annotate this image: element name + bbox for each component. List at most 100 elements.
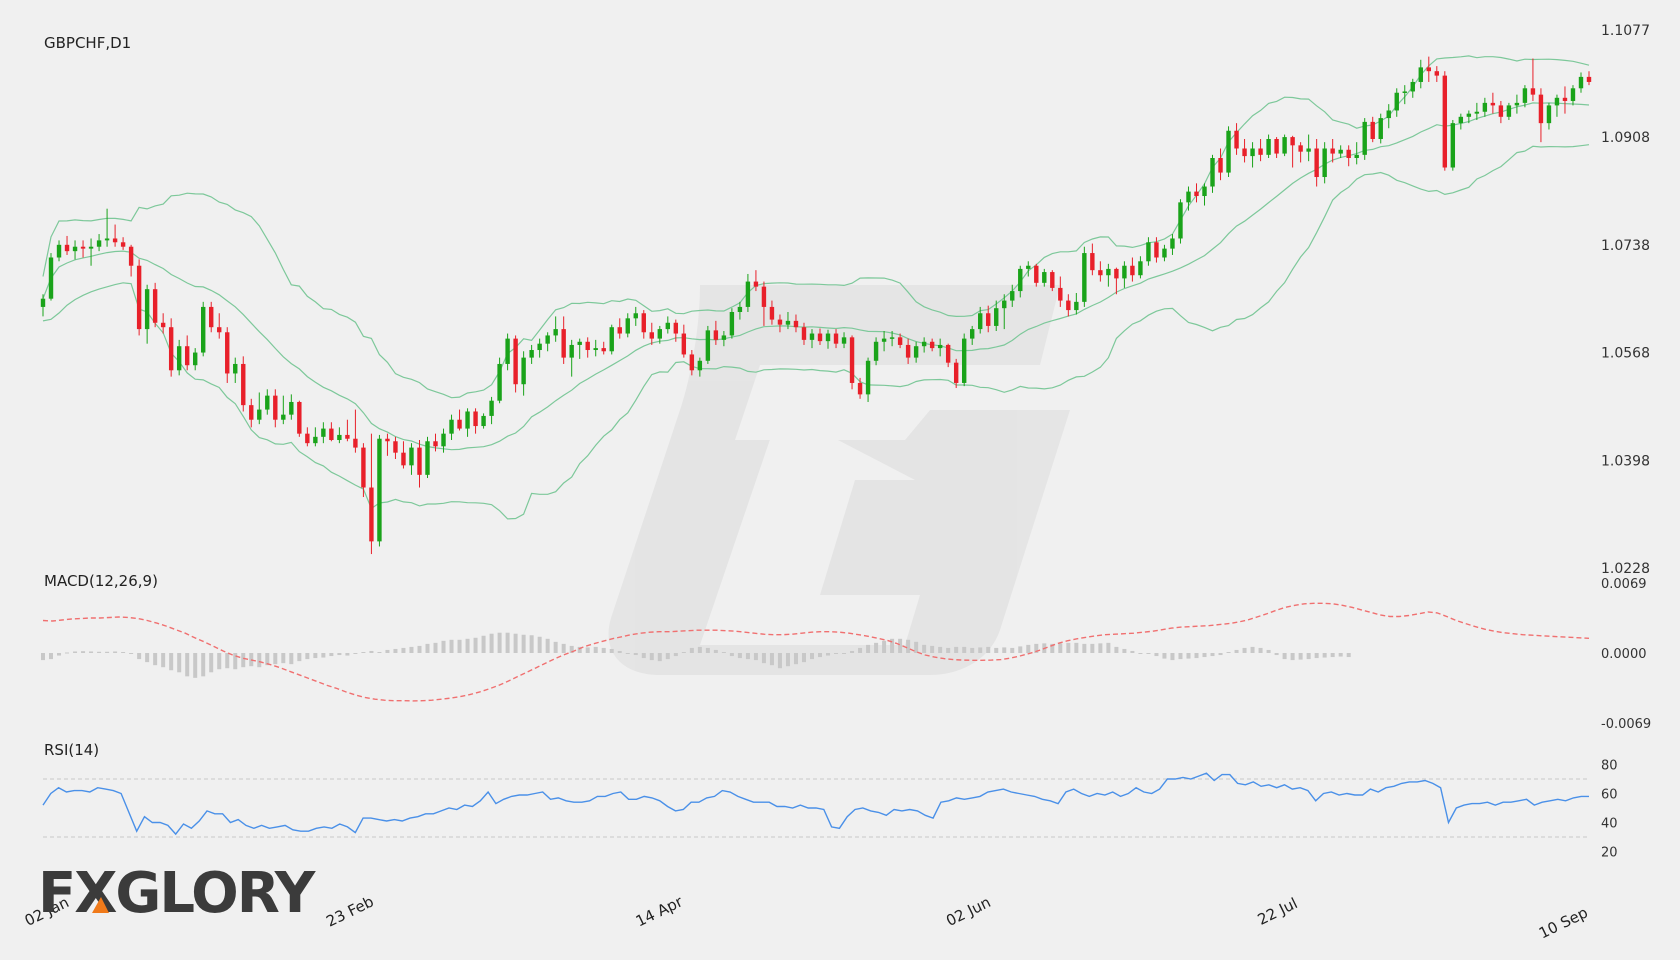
macd-histogram-bar (129, 653, 134, 654)
candle (217, 313, 222, 339)
macd-histogram-bar (705, 647, 710, 653)
candle (1226, 126, 1231, 178)
candle (1146, 237, 1151, 266)
candle-body (168, 327, 174, 371)
macd-histogram-bar (721, 651, 726, 653)
candle (257, 392, 262, 425)
candle (1378, 113, 1383, 144)
rsi-y-tick-label: 20 (1601, 846, 1618, 861)
macd-histogram-bar (377, 651, 382, 653)
candle-body (1250, 148, 1255, 157)
candle-body (545, 335, 550, 344)
candle-body (561, 329, 566, 358)
candle-body (969, 329, 975, 339)
candle-body (409, 447, 414, 466)
candle (553, 316, 558, 342)
macd-histogram-bar (657, 653, 662, 662)
candle-body (1290, 137, 1295, 146)
candle-body (1466, 113, 1472, 117)
candle-body (481, 415, 486, 427)
macd-histogram-bar (225, 653, 230, 669)
macd-histogram-bar (289, 653, 294, 665)
candle (64, 235, 70, 255)
candle (649, 322, 654, 345)
macd-histogram-bar (97, 651, 102, 653)
candle-body (40, 298, 46, 307)
candle (1410, 78, 1415, 98)
candle-body (721, 335, 727, 340)
candle-body (1090, 253, 1095, 271)
candle (1458, 113, 1464, 130)
candle-body (64, 244, 70, 252)
candle (609, 324, 614, 355)
candle (425, 436, 430, 479)
brand-logo-text: FXGLORY (38, 861, 317, 926)
candle-body (833, 333, 839, 344)
candle-body (1234, 130, 1239, 149)
macd-histogram-bar (433, 642, 438, 653)
macd-histogram-bar (617, 650, 622, 653)
candle-body (1050, 272, 1055, 288)
candle-body (128, 246, 134, 266)
candle (1090, 243, 1095, 276)
candle (88, 238, 94, 266)
macd-histogram-bar (161, 653, 166, 668)
rsi-path (42, 772, 1589, 836)
macd-histogram-bar (1058, 643, 1063, 653)
candle (1290, 135, 1295, 168)
macd-histogram-bar (1082, 643, 1087, 653)
candle-body (1314, 148, 1319, 178)
candle (1194, 183, 1199, 203)
candle-body (1266, 138, 1271, 155)
macd-histogram-bar (785, 653, 790, 667)
candle (529, 344, 534, 364)
macd-histogram-bar (1114, 646, 1119, 653)
macd-histogram-bar (1074, 642, 1079, 653)
candle-body (825, 333, 831, 342)
candle-body (176, 346, 182, 371)
candle (585, 337, 590, 358)
candle-body (1562, 97, 1568, 101)
candle-body (1106, 268, 1111, 276)
macd-histogram-bar (1210, 653, 1215, 657)
candle-body (1434, 71, 1440, 76)
candle (1234, 123, 1239, 155)
candle (1130, 257, 1135, 282)
macd-histogram-bar (337, 653, 342, 656)
price-y-tick-label: 1.0738 (1601, 238, 1650, 254)
candle-body (633, 313, 638, 319)
candle (593, 339, 598, 357)
candle-body (249, 405, 254, 420)
candle (1522, 85, 1528, 108)
candle-body (913, 346, 919, 358)
rsi-y-tick-label: 40 (1601, 817, 1618, 832)
candle-body (497, 363, 502, 401)
candle-body (809, 333, 815, 340)
candle-body (1330, 148, 1335, 154)
macd-histogram-bar (105, 651, 110, 653)
candle-body (1034, 265, 1039, 283)
candle (1530, 58, 1536, 101)
candle-body (994, 308, 999, 326)
candle-body (144, 289, 150, 330)
candle-body (1098, 270, 1103, 276)
candle-body (201, 306, 206, 353)
candle-body (313, 436, 318, 444)
macd-histogram-bar (1258, 647, 1263, 653)
candle-body (1066, 300, 1071, 311)
macd-histogram-bar (305, 653, 310, 660)
candle-body (905, 344, 911, 358)
macd-histogram-bar (441, 640, 446, 653)
macd-histogram-bar (457, 639, 462, 653)
candle (1218, 148, 1223, 181)
macd-histogram-bar (914, 641, 919, 653)
candle-body (881, 338, 887, 342)
macd-histogram-bar (625, 653, 630, 654)
candle-body (273, 395, 278, 420)
macd-histogram-bar (177, 653, 182, 673)
rsi-y-tick-label: 80 (1601, 759, 1618, 774)
macd-histogram-bar (906, 639, 911, 653)
candle (128, 244, 134, 277)
candle-body (393, 441, 398, 453)
candle-body (192, 352, 198, 366)
